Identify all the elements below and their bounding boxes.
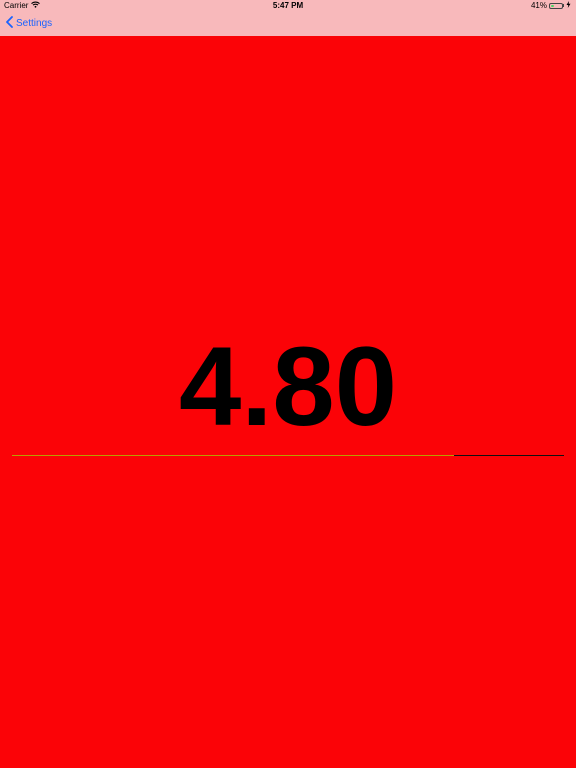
nav-bar: Settings: [0, 12, 576, 36]
value-display: 4.80: [179, 324, 397, 449]
bolt-icon: [566, 1, 571, 10]
status-time: 5:47 PM: [272, 1, 304, 10]
battery-fill: [551, 4, 554, 7]
progress-bar: [12, 455, 564, 456]
screen: Carrier 5:47 PM 41% Settings 4.80: [0, 0, 576, 768]
top-bar: Carrier 5:47 PM 41% Settings: [0, 0, 576, 36]
battery-nub: [563, 4, 564, 7]
back-button[interactable]: Settings: [6, 16, 52, 31]
battery-percent: 41%: [530, 1, 547, 10]
back-label: Settings: [16, 18, 53, 29]
status-bar: Carrier 5:47 PM 41%: [0, 0, 576, 12]
chevron-left-icon: [6, 16, 13, 31]
battery-icon: [549, 2, 563, 9]
progress-fill: [12, 455, 454, 456]
battery-group: 41%: [531, 1, 571, 10]
